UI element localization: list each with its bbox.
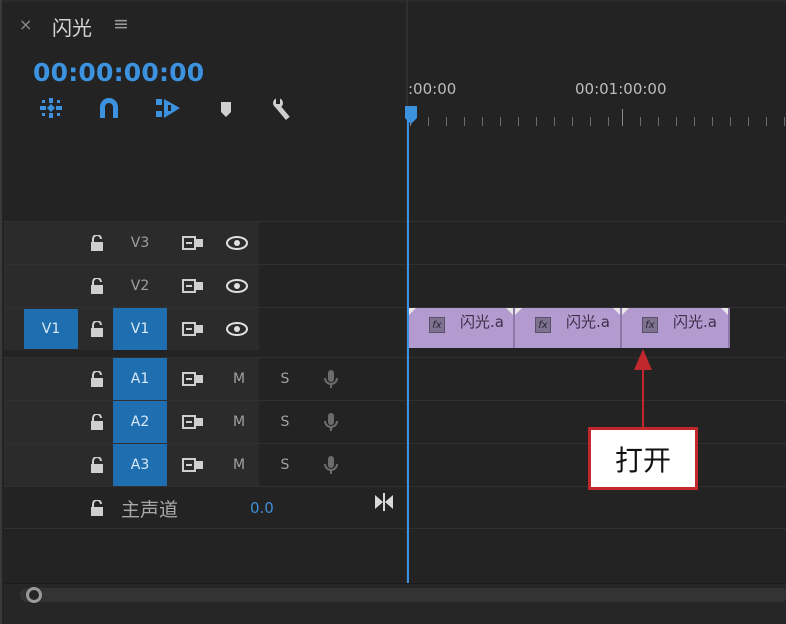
- fx-badge-icon: fx: [535, 317, 551, 333]
- solo-track-button[interactable]: S: [270, 444, 300, 486]
- lock-icon[interactable]: [86, 308, 108, 350]
- voiceover-mic-icon[interactable]: [316, 401, 346, 443]
- sync-lock-icon[interactable]: [178, 308, 208, 350]
- zoom-handle-icon[interactable]: [26, 587, 42, 603]
- track-header-a2: A2 M S: [4, 401, 338, 443]
- clip[interactable]: fx 闪光.a: [622, 308, 730, 348]
- voiceover-mic-icon[interactable]: [316, 444, 346, 486]
- mute-track-button[interactable]: M: [224, 358, 254, 400]
- track-header-v2: V2: [4, 265, 259, 307]
- track-header-v3: V3: [4, 222, 259, 264]
- track-header-a1: A1 M S: [4, 358, 338, 400]
- clip-name: 闪光.a: [566, 313, 610, 331]
- clip-name: 闪光.a: [460, 313, 504, 331]
- toggle-output-eye-icon[interactable]: [222, 308, 252, 350]
- timeline-panel: × 闪光 ≡ 00:00:00:00 :00:00 00:01:00:00 V3…: [0, 0, 786, 624]
- mute-track-button[interactable]: M: [224, 444, 254, 486]
- master-track-label: 主声道: [121, 498, 179, 521]
- track-target-a1[interactable]: A1: [113, 358, 167, 400]
- lock-icon[interactable]: [86, 265, 108, 307]
- voiceover-mic-icon[interactable]: [316, 358, 346, 400]
- lock-icon[interactable]: [86, 358, 108, 400]
- solo-track-button[interactable]: S: [270, 401, 300, 443]
- panel-menu-icon[interactable]: ≡: [113, 13, 129, 35]
- track-target-v2[interactable]: V2: [113, 265, 167, 307]
- playhead-handle-icon[interactable]: [405, 106, 417, 124]
- playhead-timecode[interactable]: 00:00:00:00: [33, 58, 204, 87]
- track-target-a3[interactable]: A3: [113, 444, 167, 486]
- bowtie-icon[interactable]: [372, 491, 396, 513]
- sequence-title[interactable]: 闪光: [52, 12, 92, 41]
- lock-icon[interactable]: [86, 487, 108, 529]
- track-row-v2: V2: [4, 264, 786, 307]
- sync-lock-icon[interactable]: [178, 401, 208, 443]
- solo-track-button[interactable]: S: [270, 358, 300, 400]
- settings-wrench-icon[interactable]: [270, 96, 296, 124]
- horizontal-scrollbar[interactable]: [20, 588, 786, 602]
- clip[interactable]: fx 闪光.a: [409, 308, 515, 348]
- toggle-output-eye-icon[interactable]: [222, 222, 252, 264]
- annotation-arrow-line: [642, 368, 644, 428]
- track-target-v3[interactable]: V3: [113, 222, 167, 264]
- clip-name: 闪光.a: [673, 313, 717, 331]
- playhead-line[interactable]: [407, 118, 409, 583]
- ruler-label: :00:00: [408, 80, 457, 98]
- track-row-v3: V3: [4, 221, 786, 264]
- linked-selection-icon[interactable]: [154, 96, 180, 124]
- sync-lock-icon[interactable]: [178, 222, 208, 264]
- toggle-output-eye-icon[interactable]: [222, 265, 252, 307]
- annotation-arrow-head: [634, 349, 652, 370]
- source-patch-v1[interactable]: V1: [24, 309, 78, 349]
- time-ruler[interactable]: :00:00 00:01:00:00: [408, 72, 786, 128]
- zoom-scroll-bar: [4, 583, 786, 624]
- track-row-master: 主声道 0.0: [4, 486, 786, 529]
- clip[interactable]: fx 闪光.a: [515, 308, 622, 348]
- sync-lock-icon[interactable]: [178, 265, 208, 307]
- panel-tab-bar: × 闪光 ≡: [2, 0, 786, 48]
- ruler-ticks: [408, 109, 786, 127]
- track-target-v1[interactable]: V1: [113, 308, 167, 350]
- track-target-a2[interactable]: A2: [113, 401, 167, 443]
- lock-icon[interactable]: [86, 444, 108, 486]
- lock-icon[interactable]: [86, 401, 108, 443]
- close-tab-button[interactable]: ×: [19, 15, 32, 34]
- annotation-callout: 打开: [588, 427, 698, 490]
- master-volume-value[interactable]: 0.0: [250, 487, 274, 529]
- track-header-a3: A3 M S: [4, 444, 338, 486]
- sync-lock-icon[interactable]: [178, 444, 208, 486]
- timeline-toolbar: [32, 96, 332, 124]
- snap-magnet-icon[interactable]: [96, 96, 122, 124]
- add-marker-icon[interactable]: [216, 96, 242, 124]
- mute-track-button[interactable]: M: [224, 401, 254, 443]
- lock-icon[interactable]: [86, 222, 108, 264]
- sync-lock-icon[interactable]: [178, 358, 208, 400]
- fx-badge-icon: fx: [429, 317, 445, 333]
- fx-badge-icon: fx: [642, 317, 658, 333]
- track-row-a1: A1 M S: [4, 357, 786, 400]
- track-header-v1: V1 V1: [4, 308, 259, 350]
- insert-nest-icon[interactable]: [38, 96, 64, 124]
- ruler-label: 00:01:00:00: [575, 80, 667, 98]
